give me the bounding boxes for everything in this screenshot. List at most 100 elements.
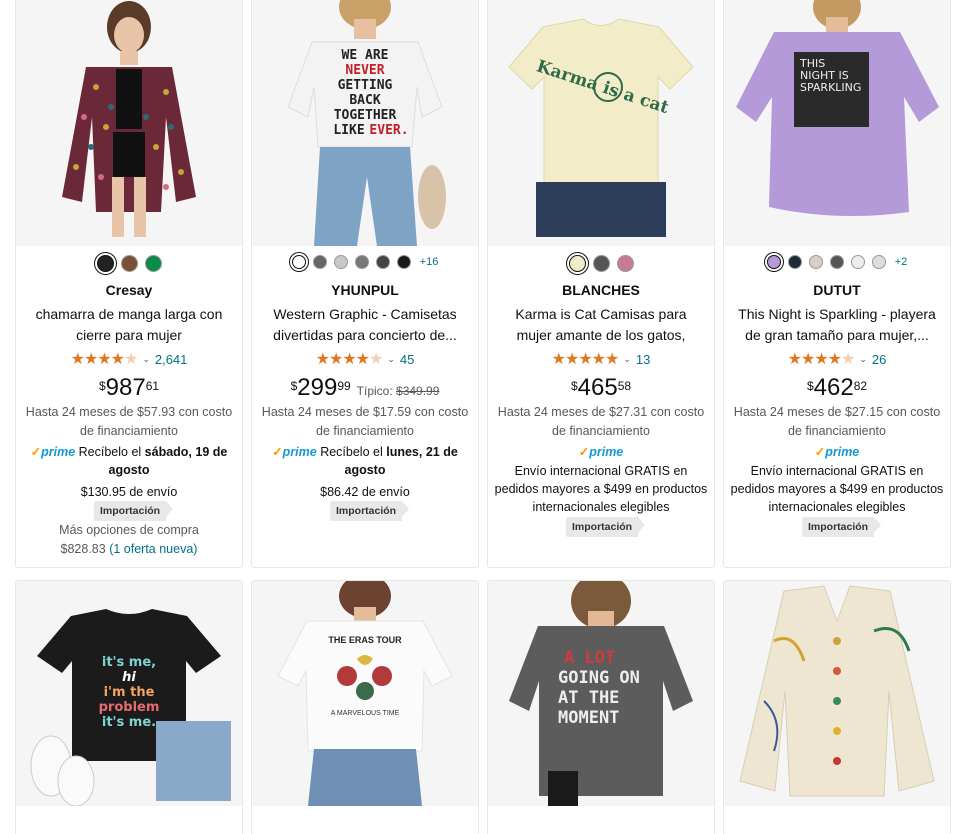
swatch-beige[interactable] [808, 255, 823, 269]
product-card-3[interactable]: Karma is a cat BLANCHES Karma is Cat Cam… [487, 0, 715, 568]
product-card-1[interactable]: Cresay chamarra de manga larga con cierr… [15, 0, 243, 568]
shirt-text-line-5: it's me. [102, 715, 156, 730]
product-image-a-lot-going-on-tee[interactable]: A LOT GOING ON AT THE MOMENT [488, 581, 714, 806]
brand-name: YHUNPUL [331, 282, 399, 298]
price[interactable]: $ 462 82 [724, 375, 950, 401]
product-card-4[interactable]: THIS NIGHT IS SPARKLING +2 DUTUT This Ni… [723, 0, 951, 568]
swatch-lavender[interactable] [766, 255, 781, 269]
swatch-brown[interactable] [120, 255, 138, 272]
more-swatches[interactable]: +2 [895, 256, 908, 268]
star-rating-icon: ★★★★★ [551, 351, 620, 368]
color-swatches [16, 255, 242, 272]
price[interactable]: $ 987 61 [16, 375, 242, 401]
shirt-text-line-2: NEVER [345, 63, 384, 78]
import-badge: Importación [94, 501, 174, 521]
product-title[interactable]: chamarra de manga larga con cierre para … [28, 304, 230, 346]
swatch-black[interactable] [96, 255, 114, 272]
swatch-navy[interactable] [787, 255, 802, 269]
shirt-text-line-3: SPARKLING [800, 81, 861, 94]
product-title[interactable]: This Night is Sparkling - playera de gra… [736, 304, 938, 346]
rating-row[interactable]: ★★★★★ ⌄ 2,641 [16, 349, 242, 369]
import-badge: Importación [566, 517, 646, 537]
chevron-down-icon: ⌄ [623, 353, 631, 364]
product-image-white-graphic-tee[interactable]: WE ARE NEVER GETTING BACK TOGETHER LIKE … [252, 0, 478, 246]
rating-count[interactable]: 13 [636, 352, 650, 367]
price-fraction: 82 [853, 379, 868, 393]
shirt-text-line-1: WE ARE [342, 48, 389, 63]
swatch-light-gray[interactable] [333, 255, 348, 269]
price-whole: 987 [105, 374, 146, 401]
chevron-down-icon: ⌄ [142, 353, 150, 364]
financing-text: Hasta 24 meses de $17.59 con costo de fi… [261, 405, 469, 438]
typical-label: Típico: [356, 384, 393, 398]
rating-count[interactable]: 2,641 [155, 352, 188, 367]
currency-symbol: $ [290, 379, 298, 393]
swatch-white[interactable] [850, 255, 865, 269]
swatch-gray[interactable] [312, 255, 327, 269]
price-whole: 462 [813, 374, 854, 401]
more-buying-options: Más opciones de compra $828.83 (1 oferta… [16, 521, 242, 559]
rating-row[interactable]: ★★★★★ ⌄ 45 [252, 349, 478, 369]
shirt-text-line-1: it's me, [102, 655, 156, 670]
financing-text: Hasta 24 meses de $57.93 con costo de fi… [25, 405, 233, 438]
delivery-prefix: Recíbelo el [78, 445, 142, 459]
shirt-text-line-4: problem [99, 700, 160, 715]
shirt-text-line-2: GOING ON [558, 668, 640, 688]
product-card-7[interactable]: A LOT GOING ON AT THE MOMENT [487, 580, 715, 834]
shirt-text-line-4: BACK [349, 93, 380, 108]
prime-logo: prime [282, 445, 317, 459]
product-image-black-its-me-tee[interactable]: it's me, hi i'm the problem it's me. [16, 581, 242, 806]
swatch-light-gray[interactable] [871, 255, 886, 269]
price-fraction: 99 [337, 379, 351, 393]
product-title[interactable]: Karma is Cat Camisas para mujer amante d… [500, 304, 702, 346]
price-whole: 299 [297, 374, 338, 401]
swatch-charcoal[interactable] [829, 255, 844, 269]
intl-shipping-text: Envío internacional GRATIS en pedidos ma… [494, 464, 708, 514]
product-image-cream-cardigan[interactable] [724, 581, 950, 806]
shirt-text-line-7: EVER. [369, 123, 408, 138]
swatch-green[interactable] [144, 255, 162, 272]
more-swatches[interactable]: +16 [420, 256, 439, 268]
price-fraction: 58 [617, 379, 632, 393]
product-image-karma-cat-tee[interactable]: Karma is a cat [488, 0, 714, 246]
shirt-text-subtitle: A MARVELOUS TIME [331, 710, 400, 717]
product-image-eras-tour-tee[interactable]: THE ERAS TOUR A MARVELOUS TIME [252, 581, 478, 806]
product-title[interactable]: Western Graphic - Camisetas divertidas p… [264, 304, 466, 346]
swatch-cream[interactable] [568, 255, 586, 272]
rating-row[interactable]: ★★★★★ ⌄ 13 [488, 349, 714, 369]
price[interactable]: $ 465 58 [488, 375, 714, 401]
typical-price: Típico: $349.99 [357, 384, 440, 398]
financing-text: Hasta 24 meses de $27.31 con costo de fi… [497, 405, 705, 438]
color-swatches: +16 [252, 255, 478, 269]
swatch-gray-2[interactable] [354, 255, 369, 269]
product-card-2[interactable]: WE ARE NEVER GETTING BACK TOGETHER LIKE … [251, 0, 479, 568]
swatch-pink[interactable] [616, 255, 634, 272]
brand-name: Cresay [105, 282, 153, 298]
price[interactable]: $ 299 99 Típico: $349.99 [252, 375, 478, 401]
product-card-8[interactable] [723, 580, 951, 834]
star-rating-icon: ★★★★★ [787, 351, 856, 368]
rating-row[interactable]: ★★★★★ ⌄ 26 [724, 349, 950, 369]
import-badge-wrap: Importación [730, 517, 944, 537]
financing-text: Hasta 24 meses de $27.15 con costo de fi… [733, 405, 941, 438]
check-icon: ✓ [814, 445, 826, 459]
shirt-text-line-1: A LOT [564, 648, 615, 668]
product-image-sequin-jacket[interactable] [16, 0, 242, 246]
swatch-white[interactable] [291, 255, 306, 269]
swatch-black[interactable] [396, 255, 411, 269]
swatch-gray[interactable] [592, 255, 610, 272]
import-badge-wrap: Importación [22, 501, 236, 521]
product-card-6[interactable]: THE ERAS TOUR A MARVELOUS TIME [251, 580, 479, 834]
rating-count[interactable]: 26 [872, 352, 886, 367]
rating-count[interactable]: 45 [400, 352, 414, 367]
currency-symbol: $ [806, 379, 814, 393]
brand-name: BLANCHES [562, 282, 640, 298]
new-offer-link[interactable]: (1 oferta nueva) [109, 542, 197, 556]
product-card-5[interactable]: it's me, hi i'm the problem it's me. [15, 580, 243, 834]
product-image-lavender-oversized-tee[interactable]: THIS NIGHT IS SPARKLING [724, 0, 950, 246]
swatch-dark-gray[interactable] [375, 255, 390, 269]
chevron-down-icon: ⌄ [859, 353, 867, 364]
delivery-info: ✓prime Recíbelo el sábado, 19 de agosto [22, 443, 236, 479]
shirt-text-line-2: hi [122, 670, 136, 685]
prime-logo: prime [825, 445, 860, 459]
